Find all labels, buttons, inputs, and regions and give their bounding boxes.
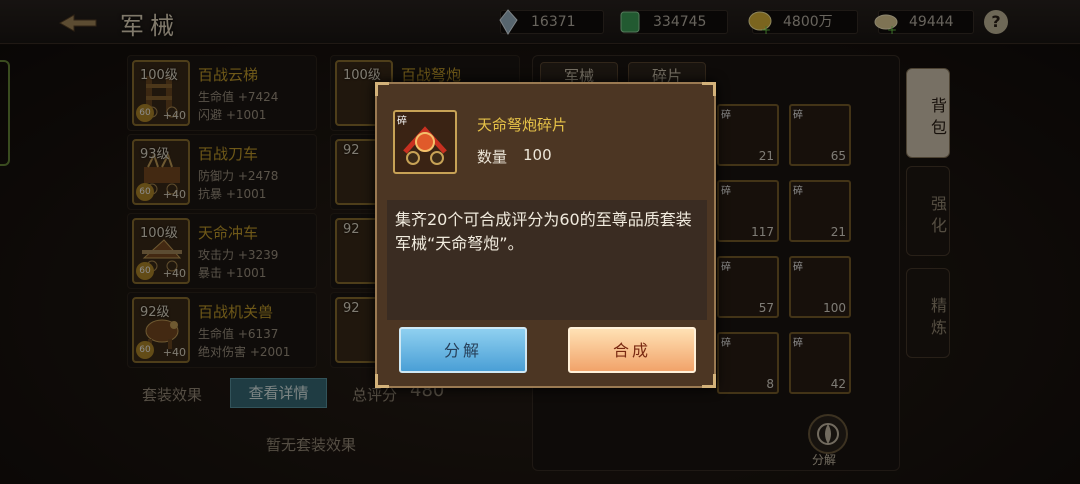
fragment-tag: 碎 xyxy=(397,116,407,127)
fragment-item-icon: 碎 xyxy=(393,110,457,174)
fragment-name: 天命弩炮碎片 xyxy=(477,116,568,134)
corner-ornament xyxy=(375,82,389,96)
decompose-button[interactable]: 分解 xyxy=(399,327,527,373)
corner-ornament xyxy=(375,374,389,388)
corner-ornament xyxy=(702,374,716,388)
fragment-description: 集齐20个可合成评分为60的至尊品质套装军械“天命弩炮”。 xyxy=(387,200,707,320)
compose-button[interactable]: 合成 xyxy=(568,327,696,373)
quantity-label: 数量 xyxy=(477,148,508,166)
corner-ornament xyxy=(702,82,716,96)
quantity-value: 100 xyxy=(523,146,552,164)
fragment-detail-dialog: 碎 天命弩炮碎片 数量 100 集齐20个可合成评分为60的至尊品质套装军械“天… xyxy=(375,82,716,388)
